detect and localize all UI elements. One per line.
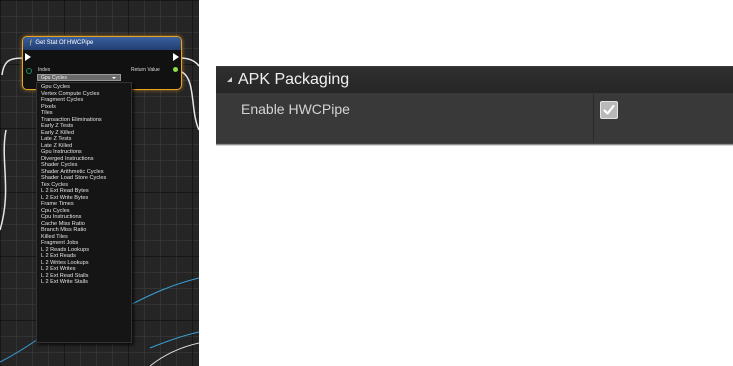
exec-wire-out <box>179 57 199 67</box>
node-header: ƒ Get Stat Of HWCPipe <box>23 37 181 50</box>
exec-out-pin[interactable] <box>173 53 179 61</box>
chevron-down-icon <box>112 77 116 79</box>
index-dropdown-value: Gpu Cycles <box>41 75 67 81</box>
return-value-pin[interactable] <box>173 67 178 72</box>
category-title: APK Packaging <box>238 71 350 88</box>
index-dropdown[interactable]: Gpu Cycles <box>37 74 121 81</box>
data-wire-blue-3 <box>149 331 199 349</box>
function-icon: ƒ <box>29 40 33 46</box>
enable-hwcpipe-checkbox[interactable] <box>600 101 618 119</box>
index-label: Index <box>38 67 51 73</box>
exec-wire-left <box>0 129 7 231</box>
column-divider[interactable] <box>593 93 594 143</box>
data-wire-blue-1 <box>129 277 199 306</box>
panel-shadow <box>216 143 733 146</box>
category-header-apk-packaging[interactable]: APK Packaging <box>216 66 733 94</box>
blueprint-graph[interactable]: ƒ Get Stat Of HWCPipe Index Return Value … <box>0 0 199 366</box>
index-dropdown-menu[interactable]: Gpu Cycles Vertex Compute Cycles Fragment … <box>36 82 132 343</box>
data-wire-blue-2 <box>0 337 41 363</box>
property-label: Enable HWCPipe <box>241 101 350 117</box>
value-wire-right <box>181 71 199 131</box>
checkmark-icon <box>603 104 615 115</box>
property-row-enable-hwcpipe: Enable HWCPipe <box>216 93 733 143</box>
node-title: Get Stat Of HWCPipe <box>35 40 94 46</box>
index-pin[interactable] <box>26 68 32 74</box>
exec-in-pin[interactable] <box>25 53 31 61</box>
collapse-triangle-icon[interactable] <box>227 77 232 82</box>
exec-wire-bottom <box>149 342 199 366</box>
dropdown-option[interactable]: L 2 Ext Write Stalls <box>37 279 131 286</box>
exec-wire-in <box>1 57 25 76</box>
project-settings-panel: APK Packaging Enable HWCPipe <box>216 66 733 146</box>
return-value-label: Return Value <box>131 67 160 73</box>
